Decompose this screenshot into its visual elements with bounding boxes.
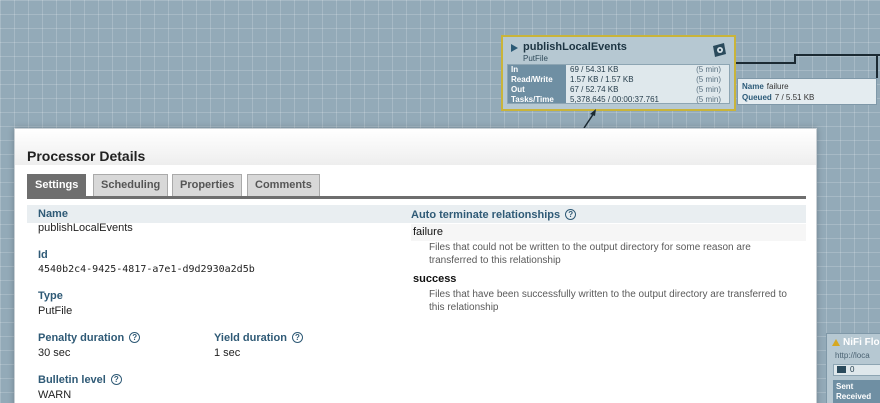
stat-window: (5 min) (696, 65, 721, 74)
yield-duration-label: Yield duration? (214, 332, 303, 344)
settings-pane: Name publishLocalEvents Id 4540b2c4-9425… (27, 199, 806, 403)
processor-stats: In 69 / 54.31 KB (5 min) Read/Write 1.57… (507, 64, 730, 104)
remote-process-group[interactable]: NiFi Flo http://loca 0 Sent Received (826, 333, 880, 403)
dialog-header: Processor Details (15, 129, 816, 165)
name-label: Name (38, 208, 68, 220)
penalty-duration-value: 30 sec (38, 347, 71, 359)
stat-label: Tasks/Time (511, 95, 554, 104)
stat-row: Read/Write 1.57 KB / 1.57 KB (5 min) (508, 75, 729, 85)
stat-label: In (511, 65, 519, 74)
id-label: Id (38, 249, 48, 261)
bulletin-level-label-text: Bulletin level (38, 374, 106, 386)
remote-group-received-label: Received (836, 392, 872, 401)
id-value: 4540b2c4-9425-4817-a7e1-d9d2930a2d5b (38, 264, 255, 275)
remote-group-url: http://loca (835, 351, 870, 360)
tab-scheduling[interactable]: Scheduling (93, 174, 169, 196)
remote-group-count: 0 (833, 364, 880, 376)
processor-name: publishLocalEvents (523, 41, 627, 53)
stat-value: 5,378,645 / 00:00:37.761 (570, 95, 659, 104)
connection-queued-value: 7 / 5.51 KB (774, 93, 815, 102)
yield-duration-value: 1 sec (214, 347, 241, 359)
play-icon (511, 44, 518, 52)
stat-value: 67 / 52.74 KB (570, 85, 619, 94)
tab-comments[interactable]: Comments (247, 174, 320, 196)
stat-row: Out 67 / 52.74 KB (5 min) (508, 85, 729, 95)
stat-value: 1.57 KB / 1.57 KB (570, 75, 634, 84)
connection-name-label: Name (742, 82, 764, 91)
stat-label: Out (511, 85, 525, 94)
relationship-failure-name[interactable]: failure (413, 226, 443, 238)
processor-header: publishLocalEvents PutFile (509, 41, 728, 63)
help-icon[interactable]: ? (291, 332, 303, 343)
stat-window: (5 min) (696, 75, 721, 84)
type-value: PutFile (38, 305, 73, 317)
port-icon (837, 366, 846, 374)
type-label: Type (38, 290, 63, 302)
bulletin-level-value: WARN (38, 389, 72, 401)
remote-group-count-value: 0 (850, 365, 855, 374)
auto-terminate-label: Auto terminate relationships? (411, 209, 577, 221)
remote-group-name: NiFi Flo (843, 337, 880, 348)
stat-window: (5 min) (696, 95, 721, 104)
penalty-duration-label-text: Penalty duration (38, 332, 125, 344)
remote-group-sent-label: Sent (836, 382, 854, 391)
processor-type: PutFile (523, 54, 548, 63)
stat-label: Read/Write (511, 75, 553, 84)
dialog-title: Processor Details (27, 148, 146, 164)
bulletin-level-label: Bulletin level? (38, 374, 122, 386)
processor-icon (713, 43, 726, 57)
connection-name-row: Name failure (742, 81, 789, 92)
yield-duration-label-text: Yield duration (214, 332, 287, 344)
relationship-success-description: Files that have been successfully writte… (429, 289, 787, 313)
stat-window: (5 min) (696, 85, 721, 94)
help-icon[interactable]: ? (110, 374, 122, 385)
penalty-duration-label: Penalty duration? (38, 332, 141, 344)
remote-group-stats: Sent Received (833, 380, 880, 403)
connection-queued-label: Queued (742, 93, 772, 102)
relationship-band (411, 224, 806, 241)
tab-properties[interactable]: Properties (172, 174, 243, 196)
connection-label-failure[interactable]: Name failure Queued 7 / 5.51 KB (737, 78, 877, 105)
connection-line[interactable] (876, 56, 878, 78)
auto-terminate-label-text: Auto terminate relationships (411, 209, 561, 221)
connection-name-value: failure (766, 82, 789, 91)
processor-publish-local-events[interactable]: publishLocalEvents PutFile In 69 / 54.31… (501, 35, 736, 111)
tab-settings[interactable]: Settings (27, 174, 87, 196)
stat-row: In 69 / 54.31 KB (5 min) (508, 65, 729, 75)
relationship-failure-description: Files that could not be written to the o… (429, 242, 751, 266)
help-icon[interactable]: ? (565, 209, 577, 220)
connection-arrow-icon (583, 109, 596, 129)
help-icon[interactable]: ? (129, 332, 141, 343)
processor-details-dialog: Processor Details Settings Scheduling Pr… (14, 128, 817, 403)
relationship-success-name[interactable]: success (413, 273, 456, 285)
connection-queued-row: Queued 7 / 5.51 KB (742, 92, 814, 103)
connection-line[interactable] (736, 62, 796, 64)
stat-row: Tasks/Time 5,378,645 / 00:00:37.761 (5 m… (508, 95, 729, 105)
connection-line[interactable] (796, 54, 880, 56)
warning-icon (832, 339, 840, 346)
stat-value: 69 / 54.31 KB (570, 65, 619, 74)
name-value: publishLocalEvents (38, 222, 133, 234)
